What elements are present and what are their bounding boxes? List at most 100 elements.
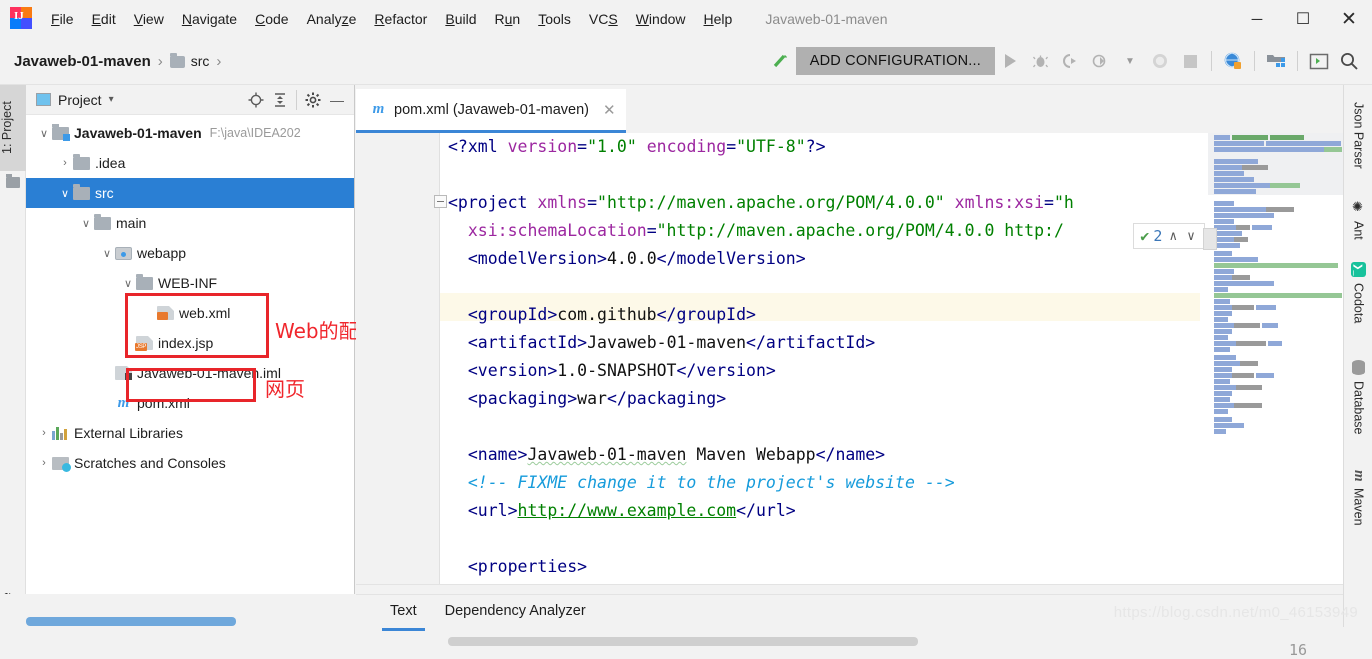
tree-expand-arrow[interactable]: ∨ bbox=[36, 127, 52, 140]
vertical-scrollbar-thumb[interactable] bbox=[1203, 228, 1217, 250]
hammer-build-icon[interactable] bbox=[766, 46, 796, 76]
add-configuration-button[interactable]: ADD CONFIGURATION... bbox=[796, 47, 995, 75]
folder-icon bbox=[73, 187, 91, 200]
minimap-line bbox=[1214, 281, 1274, 286]
code-line-16[interactable]: <properties> bbox=[448, 553, 587, 581]
sidebar-item-maven[interactable]: m Maven bbox=[1344, 465, 1372, 530]
menu-item-navigate[interactable]: Navigate bbox=[173, 7, 246, 31]
code-line-4[interactable]: xsi:schemaLocation="http://maven.apache.… bbox=[448, 217, 1064, 245]
sidebar-item-database[interactable]: Database bbox=[1344, 355, 1372, 440]
code-line-10[interactable]: <packaging>war</packaging> bbox=[448, 385, 726, 413]
tree-item-webinf[interactable]: ∨WEB-INF bbox=[26, 268, 354, 298]
maven-m-icon: m bbox=[115, 396, 133, 411]
editor-area: m pom.xml (Javaweb-01-maven) ✕ 123456789… bbox=[356, 85, 1343, 627]
tree-item-idea[interactable]: ›.idea bbox=[26, 148, 354, 178]
minimize-button[interactable]: ─ bbox=[1234, 0, 1280, 38]
menu-item-window[interactable]: Window bbox=[627, 7, 695, 31]
tree-item-main[interactable]: ∨main bbox=[26, 208, 354, 238]
chevron-up-icon[interactable]: ∧ bbox=[1166, 229, 1180, 244]
window-title: Javaweb-01-maven bbox=[765, 11, 887, 27]
sidebar-item-codota[interactable]: ❯_ Codota bbox=[1344, 257, 1372, 328]
run-with-coverage-icon[interactable] bbox=[1055, 46, 1085, 76]
terminal-icon[interactable] bbox=[1304, 46, 1334, 76]
editor-tab-pom-xml[interactable]: m pom.xml (Javaweb-01-maven) ✕ bbox=[356, 89, 626, 133]
menu-item-tools[interactable]: Tools bbox=[529, 7, 580, 31]
tree-item-src[interactable]: ∨src bbox=[26, 178, 354, 208]
maximize-button[interactable]: ☐ bbox=[1280, 0, 1326, 38]
sidebar-label-json-parser: Json Parser bbox=[1352, 102, 1366, 169]
hide-window-icon[interactable]: — bbox=[326, 89, 348, 111]
watermark: https://blog.csdn.net/m0_46153949 bbox=[1114, 604, 1358, 621]
tab-dependency-analyzer[interactable]: Dependency Analyzer bbox=[431, 597, 600, 625]
chevron-down-icon[interactable]: ▾ bbox=[109, 94, 114, 105]
tree-item-extlib[interactable]: ›External Libraries bbox=[26, 418, 354, 448]
minimap-line bbox=[1234, 403, 1262, 408]
menu-item-edit[interactable]: Edit bbox=[83, 7, 125, 31]
tree-item-webapp[interactable]: ∨webapp bbox=[26, 238, 354, 268]
menu-item-analyze[interactable]: Analyze bbox=[298, 7, 366, 31]
tab-text[interactable]: Text bbox=[376, 597, 431, 625]
minimap-line bbox=[1270, 135, 1304, 140]
project-structure-icon[interactable] bbox=[1261, 46, 1291, 76]
debug-icon[interactable] bbox=[1025, 46, 1055, 76]
breadcrumb-project[interactable]: Javaweb-01-maven bbox=[14, 53, 151, 70]
horizontal-scrollbar[interactable] bbox=[448, 637, 918, 646]
code-line-3[interactable]: <project xmlns="http://maven.apache.org/… bbox=[448, 189, 1074, 217]
menu-item-code[interactable]: Code bbox=[246, 7, 297, 31]
search-everywhere-icon[interactable] bbox=[1334, 46, 1364, 76]
close-icon[interactable]: ✕ bbox=[603, 101, 616, 119]
menu-item-help[interactable]: Help bbox=[695, 7, 742, 31]
code-minimap[interactable] bbox=[1208, 133, 1343, 584]
menu-item-refactor[interactable]: Refactor bbox=[365, 7, 436, 31]
minimap-line bbox=[1236, 341, 1266, 346]
scratches-icon bbox=[52, 457, 70, 470]
tree-expand-arrow[interactable]: ∨ bbox=[99, 247, 115, 260]
menu-item-view[interactable]: View bbox=[125, 7, 173, 31]
close-button[interactable]: ✕ bbox=[1326, 0, 1372, 38]
settings-gear-icon[interactable] bbox=[302, 89, 324, 111]
panel-divider bbox=[296, 90, 297, 110]
run-icon[interactable] bbox=[995, 46, 1025, 76]
code-line-7[interactable]: <groupId>com.github</groupId> bbox=[448, 301, 756, 329]
sidebar-item-project[interactable]: 1: Project bbox=[0, 85, 26, 171]
editor-gutter bbox=[356, 133, 440, 584]
project-panel-scrollbar[interactable] bbox=[26, 617, 236, 626]
tree-item-root[interactable]: ∨Javaweb-01-mavenF:\java\IDEA202 bbox=[26, 118, 354, 148]
tree-expand-arrow[interactable]: ∨ bbox=[120, 277, 136, 290]
dropdown-arrow-icon[interactable]: ▼ bbox=[1115, 46, 1145, 76]
menu-item-file[interactable]: File bbox=[42, 7, 83, 31]
code-line-1[interactable]: <?xml version="1.0" encoding="UTF-8"?> bbox=[448, 133, 826, 161]
sidebar-item-json-parser[interactable]: Json Parser bbox=[1344, 91, 1372, 174]
collapse-all-icon[interactable] bbox=[269, 89, 291, 111]
tree-expand-arrow[interactable]: › bbox=[57, 157, 73, 169]
tree-expand-arrow[interactable]: ∨ bbox=[57, 187, 73, 200]
code-line-9[interactable]: <version>1.0-SNAPSHOT</version> bbox=[448, 357, 776, 385]
code-line-5[interactable]: <modelVersion>4.0.0</modelVersion> bbox=[448, 245, 806, 273]
folder-icon bbox=[170, 56, 185, 68]
code-line-8[interactable]: <artifactId>Javaweb-01-maven</artifactId… bbox=[448, 329, 875, 357]
project-tree: ∨Javaweb-01-mavenF:\java\IDEA202›.idea∨s… bbox=[26, 115, 354, 478]
minimap-line bbox=[1214, 219, 1234, 224]
tree-expand-arrow[interactable]: › bbox=[36, 427, 52, 439]
browser-globe-icon[interactable] bbox=[1218, 46, 1248, 76]
menu-item-build[interactable]: Build bbox=[436, 7, 485, 31]
chevron-down-icon[interactable]: ∨ bbox=[1184, 229, 1198, 244]
locate-target-icon[interactable] bbox=[245, 89, 267, 111]
code-content[interactable]: <?xml version="1.0" encoding="UTF-8"?> <p… bbox=[448, 133, 1208, 584]
code-fold-icon[interactable] bbox=[434, 195, 447, 208]
minimap-line bbox=[1214, 147, 1324, 152]
code-line-14[interactable]: <url>http://www.example.com</url> bbox=[448, 497, 796, 525]
tree-expand-arrow[interactable]: › bbox=[36, 457, 52, 469]
breadcrumb-src[interactable]: src bbox=[191, 53, 210, 69]
tree-item-scratch[interactable]: ›Scratches and Consoles bbox=[26, 448, 354, 478]
code-line-12[interactable]: <name>Javaweb-01-maven Maven Webapp</nam… bbox=[448, 441, 885, 469]
profiler-icon[interactable] bbox=[1085, 46, 1115, 76]
tree-expand-arrow[interactable]: ∨ bbox=[78, 217, 94, 230]
code-line-13[interactable]: <!-- FIXME change it to the project's we… bbox=[448, 469, 955, 497]
sidebar-item-ant[interactable]: ✺ Ant bbox=[1344, 195, 1372, 245]
menu-item-vcs[interactable]: VCS bbox=[580, 7, 627, 31]
menu-bar: IJ FileEditViewNavigateCodeAnalyzeRefact… bbox=[0, 0, 1372, 38]
minimap-line bbox=[1232, 135, 1268, 140]
menu-item-run[interactable]: Run bbox=[486, 7, 530, 31]
inspection-status-widget[interactable]: ✔ 2 ∧ ∨ bbox=[1133, 223, 1205, 249]
